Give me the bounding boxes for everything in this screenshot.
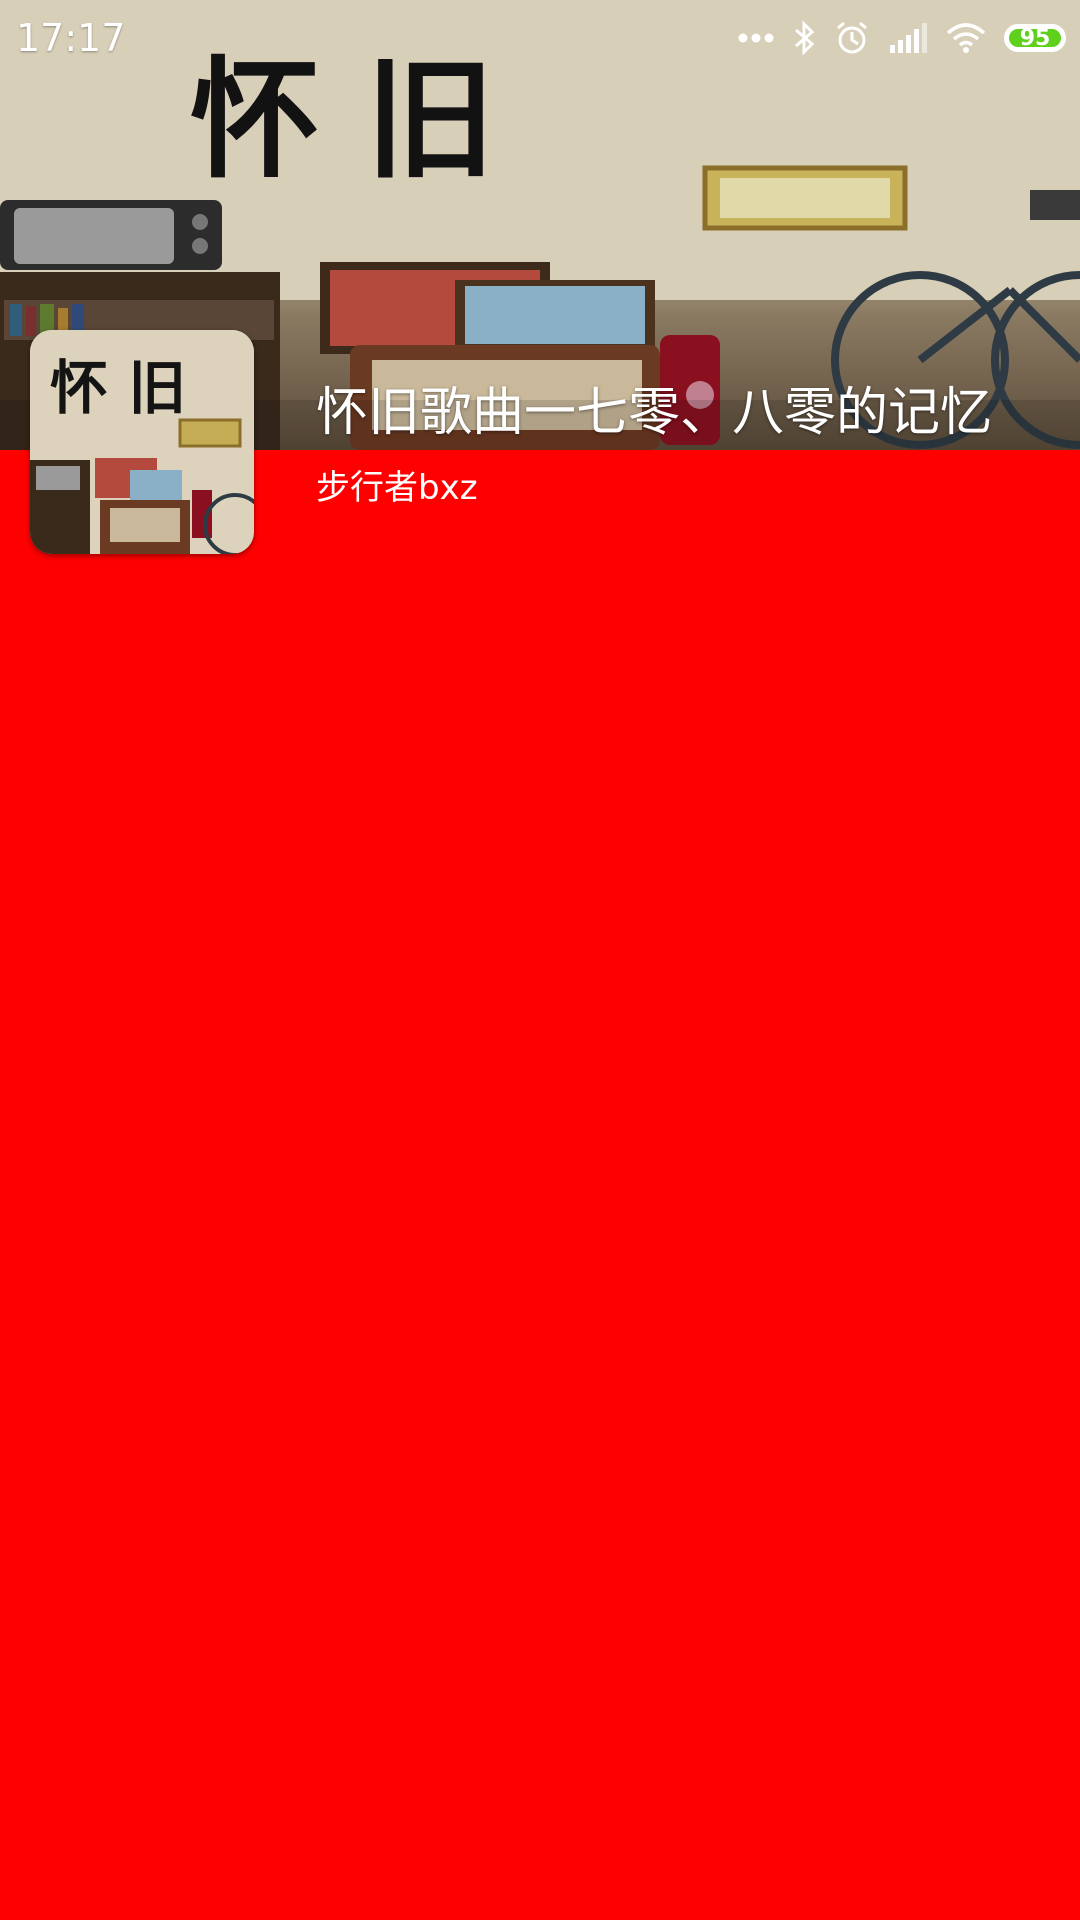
album-cover[interactable]: 怀 旧	[30, 330, 254, 554]
alarm-icon	[834, 20, 870, 56]
wifi-icon	[946, 23, 986, 53]
battery-icon: 95	[1004, 24, 1066, 52]
more-dots-icon	[738, 32, 774, 44]
album-author[interactable]: 步行者bxz	[316, 464, 478, 512]
signal-icon	[888, 23, 928, 53]
cover-calligraphy: 怀 旧	[50, 354, 186, 422]
status-time: 17:17	[16, 16, 126, 60]
battery-level: 95	[1019, 26, 1051, 51]
status-icons: 95	[738, 16, 1066, 60]
bluetooth-icon	[792, 20, 816, 56]
status-bar: 17:17 95	[0, 0, 1080, 76]
album-cover-image: 怀 旧	[30, 330, 254, 554]
album-title: 怀旧歌曲一七零、八零的记忆	[316, 383, 993, 443]
